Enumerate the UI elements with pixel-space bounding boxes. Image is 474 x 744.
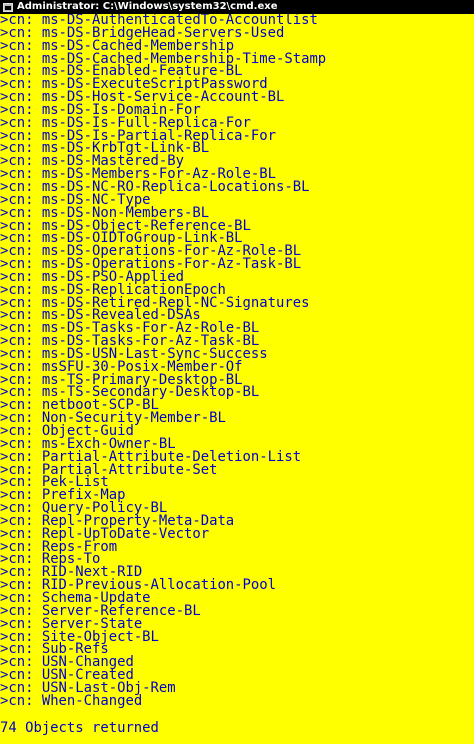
console-output[interactable]: >cn: ms-DS-AuthenticatedTo-Accountlist >c…	[0, 14, 474, 744]
title-bar[interactable]: Administrator: C:\Windows\system32\cmd.e…	[0, 0, 474, 14]
cmd-icon[interactable]	[3, 2, 13, 12]
attribute-name: When-Changed	[41, 692, 143, 709]
summary-line: 74 Objects returned	[0, 719, 159, 736]
window-title: Administrator: C:\Windows\system32\cmd.e…	[17, 1, 278, 12]
line-prefix: >cn:	[0, 692, 42, 709]
cmd-window: Administrator: C:\Windows\system32\cmd.e…	[0, 0, 474, 744]
console-line: >cn: When-Changed	[0, 692, 474, 709]
